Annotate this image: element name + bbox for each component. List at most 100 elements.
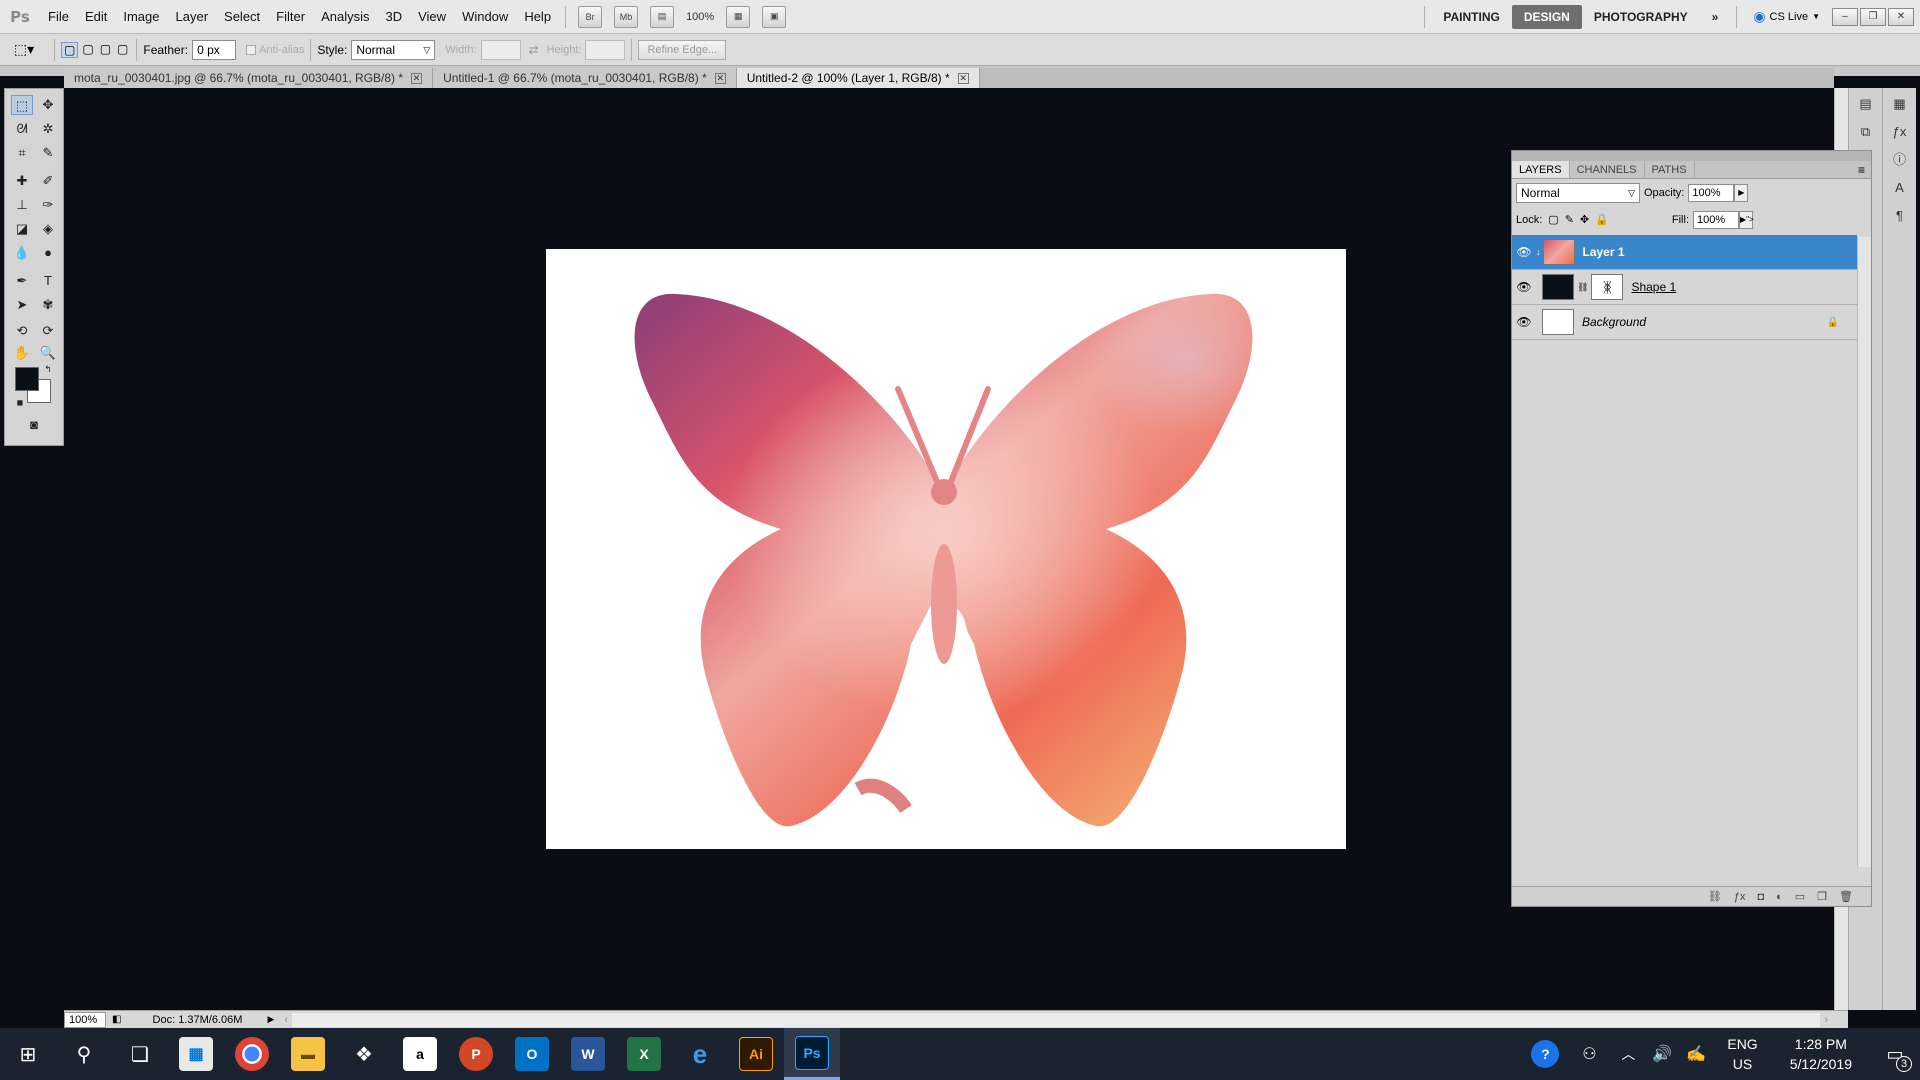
swap-colors-icon[interactable]: ↰: [37, 359, 59, 379]
tab-paths[interactable]: PATHS: [1645, 161, 1695, 178]
opacity-input[interactable]: 100%: [1688, 183, 1735, 202]
edge-icon[interactable]: e: [672, 1028, 728, 1080]
subtract-selection-icon[interactable]: ▢: [98, 42, 113, 58]
menu-3d[interactable]: 3D: [377, 0, 410, 34]
menu-analysis[interactable]: Analysis: [313, 0, 377, 34]
info-panel-icon[interactable]: ⓘ: [1887, 148, 1913, 172]
close-button[interactable]: ✕: [1888, 7, 1914, 26]
styles-panel-icon[interactable]: ƒx: [1887, 120, 1913, 144]
tab-layers[interactable]: LAYERS: [1512, 161, 1570, 178]
3d-rotate-tool-icon[interactable]: ⟲: [11, 321, 33, 341]
swap-dimensions-icon[interactable]: ⇄: [529, 43, 539, 57]
marquee-tool-preset-icon[interactable]: ⬚▾: [0, 41, 48, 58]
height-input[interactable]: [585, 39, 626, 60]
menu-select[interactable]: Select: [216, 0, 268, 34]
horizontal-scroll-left-icon[interactable]: ‹: [284, 1014, 288, 1026]
character-panel-icon[interactable]: A: [1887, 176, 1913, 200]
cs-live-button[interactable]: ◉ CS Live ▼: [1743, 8, 1830, 25]
photoshop-icon[interactable]: Ps: [784, 1028, 840, 1080]
close-icon[interactable]: ✕: [411, 72, 423, 84]
visibility-eye-icon[interactable]: 👁: [1512, 315, 1536, 329]
excel-icon[interactable]: X: [616, 1028, 672, 1080]
illustrator-icon[interactable]: Ai: [728, 1028, 784, 1080]
paragraph-panel-icon[interactable]: ¶: [1887, 204, 1913, 228]
lock-position-icon[interactable]: ✥: [1580, 213, 1589, 226]
lock-image-icon[interactable]: ✎: [1565, 213, 1574, 226]
hand-tool-icon[interactable]: ✋: [11, 343, 33, 363]
menu-layer[interactable]: Layer: [168, 0, 217, 34]
horizontal-scroll-right-icon[interactable]: ›: [1824, 1014, 1828, 1026]
swatches-panel-icon[interactable]: ▦: [1887, 92, 1913, 116]
status-menu-arrow-icon[interactable]: ▶: [267, 1014, 274, 1025]
close-icon[interactable]: ✕: [714, 72, 726, 84]
tab-document-1[interactable]: mota_ru_0030401.jpg @ 66.7% (mota_ru_003…: [64, 68, 434, 88]
layer-style-icon[interactable]: ƒx: [1734, 891, 1746, 903]
lasso-tool-icon[interactable]: ᘛ: [11, 119, 33, 139]
intersect-selection-icon[interactable]: ▢: [115, 42, 130, 58]
task-view-icon[interactable]: ❏: [112, 1028, 168, 1080]
search-icon[interactable]: ⚲: [56, 1028, 112, 1080]
quick-mask-icon[interactable]: ◙: [23, 415, 45, 435]
delete-layer-icon[interactable]: 🗑: [1839, 890, 1853, 903]
pen-tool-icon[interactable]: ✒: [11, 271, 33, 291]
show-hidden-icons-icon[interactable]: ︿: [1611, 1028, 1645, 1080]
screen-mode-button[interactable]: ▣: [762, 5, 787, 28]
layers-scrollbar[interactable]: [1857, 237, 1871, 867]
start-icon[interactable]: ⊞: [0, 1028, 56, 1080]
restore-button[interactable]: ❐: [1860, 7, 1886, 26]
add-selection-icon[interactable]: ▢: [80, 42, 95, 58]
foreground-color-swatch[interactable]: [15, 367, 39, 391]
move-tool-icon[interactable]: ✥: [37, 95, 59, 115]
new-selection-icon[interactable]: ▢: [61, 41, 79, 58]
menu-help[interactable]: Help: [516, 0, 559, 34]
link-layers-icon[interactable]: ⛓: [1708, 890, 1722, 903]
status-info-icon[interactable]: ◧: [112, 1014, 121, 1025]
new-group-icon[interactable]: ▭: [1795, 890, 1805, 903]
lock-transparent-icon[interactable]: ▢: [1548, 213, 1558, 226]
fill-input[interactable]: 100%: [1693, 210, 1739, 229]
word-icon[interactable]: W: [560, 1028, 616, 1080]
visibility-eye-icon[interactable]: 👁: [1512, 280, 1536, 294]
mini-bridge-panel-icon[interactable]: ▤: [1853, 92, 1879, 116]
menu-view[interactable]: View: [410, 0, 454, 34]
lock-all-icon[interactable]: 🔒: [1595, 213, 1609, 226]
eraser-tool-icon[interactable]: ◪: [11, 219, 33, 239]
menu-file[interactable]: File: [40, 0, 77, 34]
paint-bucket-tool-icon[interactable]: ◈: [37, 219, 59, 239]
type-tool-icon[interactable]: T: [37, 271, 59, 291]
antialias-checkbox[interactable]: [246, 44, 257, 55]
feather-input[interactable]: 0 px: [192, 39, 237, 60]
crop-tool-icon[interactable]: ⌗: [11, 143, 33, 163]
visibility-eye-icon[interactable]: 👁: [1512, 245, 1536, 259]
bridge-button[interactable]: Br: [578, 5, 603, 28]
magic-wand-tool-icon[interactable]: ✲: [37, 119, 59, 139]
tab-document-3[interactable]: Untitled-2 @ 100% (Layer 1, RGB/8) * ✕: [736, 68, 980, 88]
menu-edit[interactable]: Edit: [77, 0, 115, 34]
healing-brush-tool-icon[interactable]: ✚: [11, 171, 33, 191]
view-extras-button[interactable]: ▤: [650, 5, 675, 28]
store-icon[interactable]: ▦: [168, 1028, 224, 1080]
style-select[interactable]: Normal ▽: [351, 39, 436, 60]
pen-workspace-icon[interactable]: ✍: [1679, 1028, 1713, 1080]
notifications-icon[interactable]: ▭ 3: [1870, 1028, 1920, 1080]
adjustment-layer-icon[interactable]: ◐: [1776, 891, 1783, 903]
tab-document-2[interactable]: Untitled-1 @ 66.7% (mota_ru_0030401, RGB…: [433, 68, 737, 88]
blend-mode-select[interactable]: Normal ▽: [1516, 182, 1640, 203]
workspace-photography[interactable]: PHOTOGRAPHY: [1582, 5, 1700, 29]
more-workspaces-icon[interactable]: »: [1700, 5, 1731, 29]
brush-tool-icon[interactable]: ✐: [37, 171, 59, 191]
history-panel-icon[interactable]: ⧉: [1853, 120, 1879, 144]
outlook-icon[interactable]: O: [504, 1028, 560, 1080]
opacity-slider-button[interactable]: ▶: [1734, 183, 1749, 202]
fill-slider-button[interactable]: ▶">: [1739, 210, 1754, 229]
eyedropper-tool-icon[interactable]: ✎: [37, 143, 59, 163]
layer-row-background[interactable]: 👁 Background 🔒: [1512, 305, 1857, 340]
workspace-design[interactable]: DESIGN: [1511, 4, 1582, 29]
width-input[interactable]: [480, 39, 521, 60]
refine-edge-button[interactable]: Refine Edge...: [638, 39, 727, 60]
layer-row-layer-1[interactable]: 👁 ↓ Layer 1: [1512, 235, 1857, 270]
dropbox-icon[interactable]: ❖: [336, 1028, 392, 1080]
layers-panel-header[interactable]: [1512, 151, 1871, 161]
file-explorer-icon[interactable]: ▬: [280, 1028, 336, 1080]
menu-image[interactable]: Image: [115, 0, 167, 34]
